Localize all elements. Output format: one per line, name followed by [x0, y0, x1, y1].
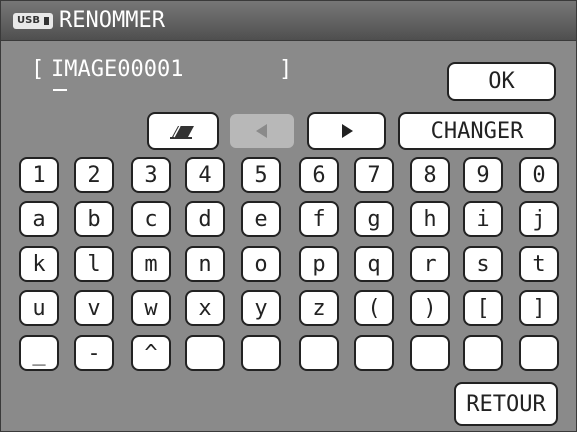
key-3[interactable]: 3: [131, 157, 171, 193]
filename-field[interactable]: [ IMAGE00001 ]: [31, 57, 301, 91]
key-t[interactable]: t: [519, 246, 559, 282]
filename-open-bracket: [: [31, 57, 45, 82]
key-6[interactable]: 6: [299, 157, 339, 193]
key-2[interactable]: 2: [74, 157, 114, 193]
key-k[interactable]: k: [19, 246, 59, 282]
key-z[interactable]: z: [299, 290, 339, 326]
text-cursor: [53, 61, 67, 91]
key-p[interactable]: p: [299, 246, 339, 282]
key-d[interactable]: d: [185, 201, 225, 237]
key-o[interactable]: o: [241, 246, 281, 282]
key-m[interactable]: m: [131, 246, 171, 282]
key-4[interactable]: 4: [185, 157, 225, 193]
retour-button[interactable]: RETOUR: [454, 382, 558, 426]
key-l[interactable]: l: [74, 246, 114, 282]
arrow-right-icon: [339, 123, 355, 139]
key-v[interactable]: v: [74, 290, 114, 326]
key-symbol[interactable]: (: [354, 290, 394, 326]
key-blank[interactable]: [354, 335, 394, 371]
key-blank[interactable]: [299, 335, 339, 371]
key-n[interactable]: n: [185, 246, 225, 282]
key-9[interactable]: 9: [463, 157, 503, 193]
key-7[interactable]: 7: [354, 157, 394, 193]
key-x[interactable]: x: [185, 290, 225, 326]
ok-button[interactable]: OK: [447, 62, 556, 101]
key-w[interactable]: w: [131, 290, 171, 326]
filename-close-bracket: ]: [279, 57, 293, 82]
key-0[interactable]: 0: [519, 157, 559, 193]
changer-button[interactable]: CHANGER: [398, 112, 556, 150]
key-i[interactable]: i: [463, 201, 503, 237]
key-a[interactable]: a: [19, 201, 59, 237]
key-symbol[interactable]: -: [74, 335, 114, 371]
usb-badge-label: USB: [17, 15, 40, 26]
filename-value: IMAGE00001: [51, 57, 184, 82]
key-symbol[interactable]: ^: [131, 335, 171, 371]
key-1[interactable]: 1: [19, 157, 59, 193]
key-symbol[interactable]: [: [463, 290, 503, 326]
rename-screen: USB RENOMMER [ IMAGE00001 ] OK CHANGER 1…: [0, 0, 577, 432]
key-symbol[interactable]: ): [410, 290, 450, 326]
arrow-left-icon: [254, 123, 270, 139]
key-b[interactable]: b: [74, 201, 114, 237]
key-5[interactable]: 5: [241, 157, 281, 193]
key-r[interactable]: r: [410, 246, 450, 282]
key-u[interactable]: u: [19, 290, 59, 326]
key-q[interactable]: q: [354, 246, 394, 282]
page-title: RENOMMER: [59, 8, 165, 33]
key-blank[interactable]: [519, 335, 559, 371]
key-blank[interactable]: [185, 335, 225, 371]
cursor-right-button[interactable]: [307, 112, 386, 150]
key-symbol[interactable]: ]: [519, 290, 559, 326]
key-h[interactable]: h: [410, 201, 450, 237]
key-j[interactable]: j: [519, 201, 559, 237]
key-symbol[interactable]: _: [19, 335, 59, 371]
key-e[interactable]: e: [241, 201, 281, 237]
key-s[interactable]: s: [463, 246, 503, 282]
key-blank[interactable]: [410, 335, 450, 371]
eraser-icon: [168, 123, 198, 139]
key-blank[interactable]: [241, 335, 281, 371]
cursor-left-button[interactable]: [228, 112, 296, 150]
key-y[interactable]: y: [241, 290, 281, 326]
key-f[interactable]: f: [299, 201, 339, 237]
key-8[interactable]: 8: [410, 157, 450, 193]
key-c[interactable]: c: [131, 201, 171, 237]
delete-button[interactable]: [147, 112, 219, 150]
usb-icon: USB: [13, 12, 53, 29]
key-g[interactable]: g: [354, 201, 394, 237]
key-blank[interactable]: [463, 335, 503, 371]
title-bar: USB RENOMMER: [1, 1, 576, 41]
